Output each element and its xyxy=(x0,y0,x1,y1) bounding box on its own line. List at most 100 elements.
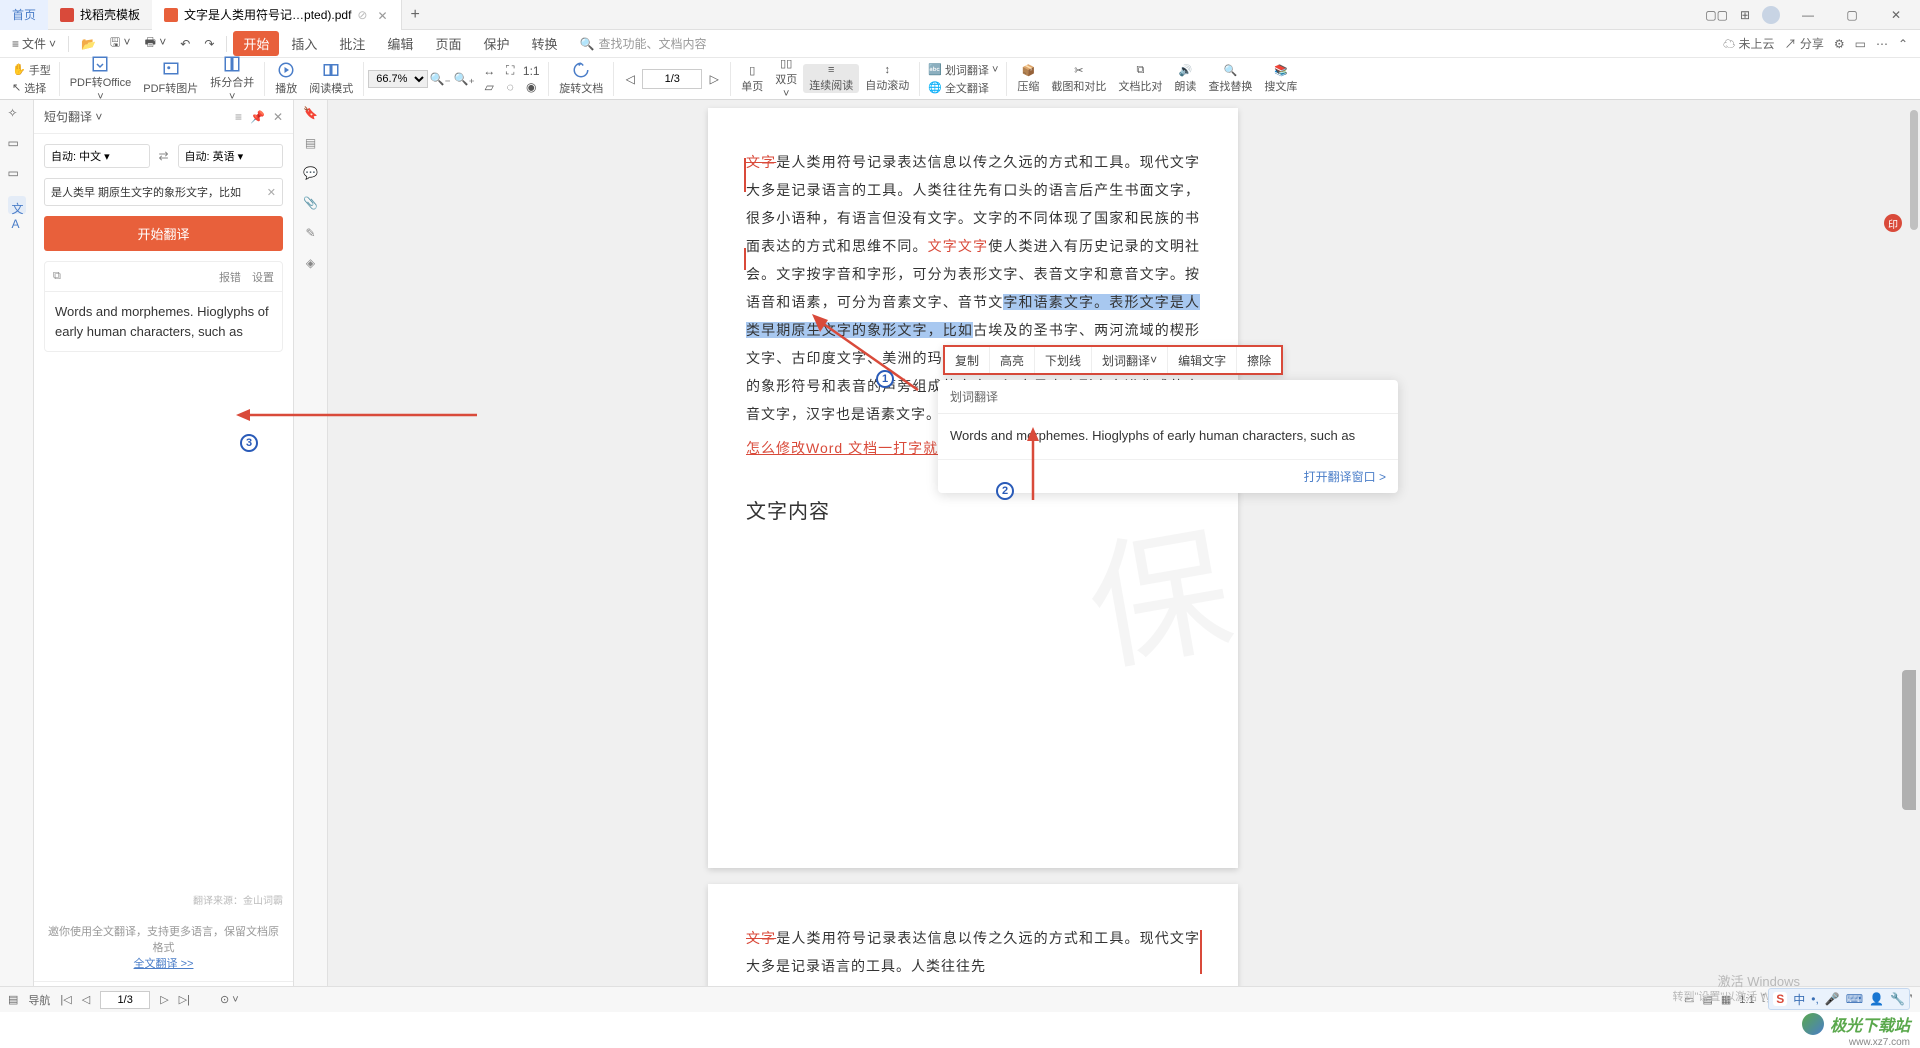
next-page[interactable]: ▷ xyxy=(160,993,168,1006)
maximize-button[interactable]: ▢ xyxy=(1836,0,1868,30)
outline-icon[interactable]: ✧ xyxy=(8,106,26,124)
split-merge[interactable]: 拆分合并 ˅ xyxy=(204,55,260,103)
rotate-doc[interactable]: 旋转文档 xyxy=(553,61,609,96)
clear-input-icon[interactable]: ✕ xyxy=(267,186,276,199)
close-button[interactable]: ✕ xyxy=(1880,0,1912,30)
collapse-icon[interactable]: ⌃ xyxy=(1898,37,1908,51)
ime-punct-icon[interactable]: •, xyxy=(1811,992,1819,1006)
auto-scroll[interactable]: ↕ 自动滚动 xyxy=(859,64,915,93)
comment-icon[interactable]: 💬 xyxy=(303,166,318,180)
page-input[interactable] xyxy=(642,69,702,89)
pin-icon[interactable]: 📌 xyxy=(250,110,265,124)
pdf-to-image[interactable]: PDF转图片 xyxy=(137,61,204,96)
print-icon[interactable]: 🖶 ˅ xyxy=(139,30,173,57)
tab-home[interactable]: 首页 xyxy=(0,0,48,30)
lasso-icon[interactable]: ◌ xyxy=(501,80,519,94)
menu-hamburger[interactable]: ≡ 文件 ˅ xyxy=(6,32,62,55)
ime-keyboard-icon[interactable]: ⌨ xyxy=(1846,992,1863,1006)
continuous-read[interactable]: ≡ 连续阅读 xyxy=(803,64,859,93)
undo-icon[interactable]: ↶ xyxy=(174,34,196,54)
fit-page-icon[interactable]: ⛶ xyxy=(501,64,519,78)
next-page[interactable]: ▷ xyxy=(702,67,726,91)
tab-template[interactable]: 找稻壳模板 xyxy=(48,0,152,30)
minimize-button[interactable]: — xyxy=(1792,0,1824,30)
ime-mic-icon[interactable]: 🎤 xyxy=(1825,992,1840,1006)
doc-compare[interactable]: ⧉文档比对 xyxy=(1112,64,1168,94)
full-translate-link[interactable]: 全文翻译 >> xyxy=(134,958,194,970)
list-icon[interactable]: ≡ xyxy=(235,110,242,124)
ctx-translate[interactable]: 划词翻译 ˅ xyxy=(1092,347,1168,373)
signature-icon[interactable]: ✎ xyxy=(305,226,315,240)
vertical-scrollbar[interactable] xyxy=(1910,110,1918,230)
avatar-icon[interactable] xyxy=(1762,6,1780,24)
redo-icon[interactable]: ↷ xyxy=(198,34,220,54)
tab-insert[interactable]: 插入 xyxy=(281,31,327,56)
layers-icon[interactable]: ◈ xyxy=(306,256,315,270)
ctx-highlight[interactable]: 高亮 xyxy=(990,347,1035,373)
source-lang[interactable]: 自动: 中文 ▾ xyxy=(44,144,150,168)
read-aloud[interactable]: 🔊朗读 xyxy=(1168,64,1202,94)
find-replace[interactable]: 🔍查找替换 xyxy=(1202,64,1258,94)
attachment-icon[interactable]: 📎 xyxy=(303,196,318,210)
word-translate[interactable]: 🔤 划词翻译 ˅ xyxy=(928,62,998,78)
first-page[interactable]: |◁ xyxy=(60,993,71,1006)
search-library[interactable]: 📚搜文库 xyxy=(1258,64,1303,94)
translate-panel-icon[interactable]: 文A xyxy=(8,196,26,214)
ime-person-icon[interactable]: 👤 xyxy=(1869,992,1884,1006)
translate-button[interactable]: 开始翻译 xyxy=(44,216,283,251)
read-mode[interactable]: 阅读模式 xyxy=(303,61,359,96)
zoom-select[interactable]: 66.7% xyxy=(368,70,428,88)
tab-pin-icon[interactable]: ⊘ xyxy=(357,8,367,22)
last-page[interactable]: ▷| xyxy=(179,993,190,1006)
compress[interactable]: 📦压缩 xyxy=(1011,64,1045,94)
focus-icon[interactable]: ◉ xyxy=(522,80,540,94)
gear-icon[interactable]: ⚙ xyxy=(1834,37,1845,51)
pdf-viewer[interactable]: 印 文字是人类用符号记录表达信息以传之久远的方式和工具。现代文字大多是记录语言的… xyxy=(328,100,1920,1008)
window-icon[interactable]: ▭ xyxy=(1855,37,1866,51)
target-lang[interactable]: 自动: 英语 ▾ xyxy=(178,144,284,168)
swap-lang-icon[interactable]: ⇄ xyxy=(154,149,174,163)
close-panel-icon[interactable]: ✕ xyxy=(273,110,283,124)
marker-toggle[interactable]: ⊙ ˅ xyxy=(220,993,239,1006)
tab-comment[interactable]: 批注 xyxy=(329,31,375,56)
bookmark-icon[interactable]: 🔖 xyxy=(303,106,318,120)
side-handle[interactable] xyxy=(1902,670,1916,810)
badge-icon[interactable]: 印 xyxy=(1884,214,1902,232)
pdf-to-office[interactable]: PDF转Office ˅ xyxy=(64,55,138,103)
layout-icon[interactable]: ▢▢ xyxy=(1705,8,1728,22)
prev-page[interactable]: ◁ xyxy=(618,67,642,91)
search-input[interactable]: 🔍 查找功能、文档内容 xyxy=(579,35,706,52)
fit-width-icon[interactable]: ↔ xyxy=(480,64,498,78)
share-button[interactable]: ↗ 分享 xyxy=(1784,35,1823,52)
prev-page[interactable]: ◁ xyxy=(82,993,90,1006)
ime-tool-icon[interactable]: 🔧 xyxy=(1890,992,1905,1006)
screenshot-compare[interactable]: ✂截图和对比 xyxy=(1045,64,1112,94)
copy-result-icon[interactable]: ⧉ xyxy=(53,270,61,283)
save-icon[interactable]: 🖫 ˅ xyxy=(104,30,137,57)
status-page-input[interactable] xyxy=(100,991,150,1009)
zoom-out[interactable]: 🔍₋ xyxy=(428,67,452,91)
tab-document[interactable]: 文字是人类用符号记…pted).pdf ⊘ ✕ xyxy=(152,0,402,30)
cloud-status[interactable]: ☁ 未上云 xyxy=(1723,35,1774,52)
zoom-in[interactable]: 🔍₊ xyxy=(452,67,476,91)
close-icon[interactable]: ✕ xyxy=(377,9,389,21)
play-button[interactable]: 播放 xyxy=(269,61,303,96)
ctx-underline[interactable]: 下划线 xyxy=(1035,347,1092,373)
settings-link[interactable]: 设置 xyxy=(252,272,274,284)
hand-tool[interactable]: ✋ 手型 xyxy=(12,62,51,78)
outline-toggle[interactable]: ▤ xyxy=(8,993,18,1006)
tab-protect[interactable]: 保护 xyxy=(473,31,519,56)
more-icon[interactable]: ⋯ xyxy=(1876,37,1888,51)
crop-icon[interactable]: ▱ xyxy=(480,80,498,94)
note-icon[interactable]: ▭ xyxy=(8,166,26,184)
select-tool[interactable]: ↖ 选择 xyxy=(12,80,51,96)
doc-link[interactable]: 怎么修改Word 文档一打字就 xyxy=(746,440,938,456)
open-icon[interactable]: 📂 xyxy=(75,34,102,54)
double-page[interactable]: ▯▯ 双页 ˅ xyxy=(769,57,803,100)
ime-bar[interactable]: S 中 •, 🎤 ⌨ 👤 🔧 xyxy=(1768,988,1910,1010)
tab-convert[interactable]: 转换 xyxy=(521,31,567,56)
nav-label[interactable]: 导航 xyxy=(28,992,50,1008)
ctx-copy[interactable]: 复制 xyxy=(945,347,990,373)
tab-edit[interactable]: 编辑 xyxy=(377,31,423,56)
new-tab-button[interactable]: + xyxy=(402,6,427,24)
